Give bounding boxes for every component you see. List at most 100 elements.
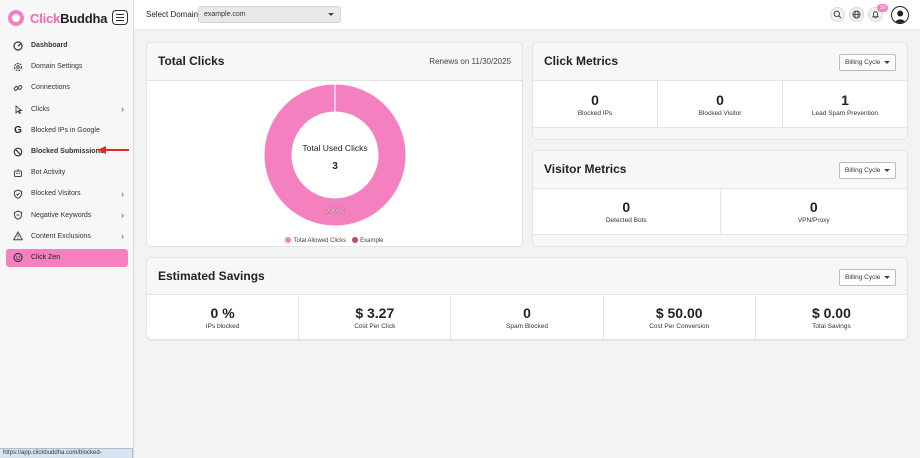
estimated-savings-card: Estimated Savings Billing Cycle 0 % IPs b… [146,257,908,341]
bot-icon [13,168,23,178]
annotation-arrow-icon [97,146,129,154]
gear-icon [13,62,23,72]
billing-cycle-value: Billing Cycle [845,59,881,66]
metric-value: $ 0.00 [811,304,851,321]
billing-cycle-select[interactable]: Billing Cycle [839,269,896,286]
domain-label: Select Domain [146,10,199,19]
sidebar-item-click-zen[interactable]: Click Zen [6,248,128,267]
metric-ips-blocked: 0 % IPs blocked [147,295,300,339]
sidebar-item-label: Blocked Visitors [31,190,81,198]
domain-select[interactable]: example.com [198,6,341,23]
card-title: Click Metrics [544,54,619,68]
sidebar-item-label: Connections [31,84,70,92]
chevron-right-icon: › [121,104,124,115]
legend-label: Total Allowed Clicks [293,238,347,244]
chevron-down-icon [328,13,334,16]
sidebar-item-label: Domain Settings [31,63,83,71]
metric-label: IPs blocked [205,322,240,330]
sidebar-item-content-exclusions[interactable]: Content Exclusions › [0,226,134,247]
chevron-down-icon [884,61,890,64]
sidebar-item-blocked-visitors[interactable]: Blocked Visitors › [0,183,134,204]
card-title: Estimated Savings [158,269,265,283]
globe-icon [852,10,861,19]
donut-center-value: 3 [332,161,338,172]
metric-label: Detected Bots [605,217,647,224]
buddha-logo-icon [8,10,24,26]
metric-cost-per-click: $ 3.27 Cost Per Click [299,295,452,339]
menu-toggle-button[interactable] [112,10,128,25]
sidebar: ClickBuddha Dashboard Domain Settings Co… [0,0,134,458]
sidebar-item-blocked-ips-google[interactable]: G Blocked IPs in Google [0,120,134,141]
sidebar-item-label: Clicks [31,105,50,113]
sidebar-item-dashboard[interactable]: Dashboard [0,35,134,56]
metric-total-savings: $ 0.00 Total Savings [756,295,907,339]
legend-dot [352,237,359,243]
metric-value: 0 [523,304,531,321]
total-clicks-card: Total Clicks Renews on 11/30/2025 Total … [146,42,523,247]
metric-value: 1 [841,91,849,108]
metric-value: $ 50.00 [655,304,703,321]
sidebar-item-domain-settings[interactable]: Domain Settings [0,56,134,77]
metric-cost-per-conversion: $ 50.00 Cost Per Conversion [604,295,756,339]
metric-detected-bots: 0 Detected Bots [533,189,721,234]
savings-row: 0 % IPs blocked $ 3.27 Cost Per Click 0 Spa… [147,294,907,340]
link-icon [13,83,23,93]
legend-item[interactable]: Example [352,237,384,244]
metric-label: Cost Per Conversion [649,322,710,330]
search-icon [833,10,842,19]
chevron-right-icon: › [121,210,124,221]
dashboard-icon [13,40,23,51]
sidebar-item-label: Negative Keywords [31,211,92,219]
sidebar-item-label: Click Zen [31,254,61,262]
renewal-date: Renews on 11/30/2025 [429,57,511,66]
sidebar-item-bot-activity[interactable]: Bot Activity [0,162,134,183]
sidebar-item-connections[interactable]: Connections [0,77,134,98]
legend-item[interactable]: Total Allowed Clicks [285,237,346,244]
google-icon: G [14,124,22,136]
chevron-right-icon: › [121,231,124,242]
user-avatar[interactable] [891,6,909,24]
billing-cycle-value: Billing Cycle [845,274,881,281]
chevron-right-icon: › [121,188,124,199]
metric-blocked-ips: 0 Blocked IPs [533,81,658,127]
shield-minus-icon [13,210,23,220]
metric-label: VPN/Proxy [797,217,830,224]
ban-icon [13,147,23,157]
shield-icon [13,189,23,199]
visitor-metrics-card: Visitor Metrics Billing Cycle 0 Detected … [532,150,908,247]
domain-select-value: example.com [204,11,246,18]
metric-label: Lead Spam Prevention [811,109,879,117]
sidebar-item-label: Dashboard [31,42,68,50]
click-metrics-row: 0 Blocked IPs 0 Blocked Visitor 1 Lead Spam… [533,80,907,128]
status-bar-url: https://app.clickbuddha.com/blocked-subm… [0,448,133,458]
metric-vpn-proxy: 0 VPN/Proxy [721,189,908,234]
language-button[interactable] [849,7,864,22]
metric-lead-spam-prevention: 1 Lead Spam Prevention [783,81,907,127]
logo[interactable]: ClickBuddha [8,9,107,27]
chart-legend: Total Allowed Clicks Example [147,237,522,244]
sidebar-item-label: Content Exclusions [31,232,91,240]
metric-value: 0 [809,199,818,215]
donut-center-label: Total Used Clicks [302,143,367,153]
visitor-metrics-row: 0 Detected Bots 0 VPN/Proxy [533,188,907,235]
click-metrics-card: Click Metrics Billing Cycle 0 Blocked IPs… [532,42,908,140]
sidebar-item-label: Blocked Submissions [31,148,104,156]
metric-value: 0 [716,91,724,108]
warning-icon [13,231,23,241]
sidebar-item-negative-keywords[interactable]: Negative Keywords › [0,205,134,226]
pointer-icon [13,104,23,115]
legend-label: Example [360,238,384,244]
topbar: Select Domain example.com 10 [134,0,920,30]
chevron-down-icon [884,276,890,279]
billing-cycle-select[interactable]: Billing Cycle [839,162,896,179]
buddha-icon [13,253,23,263]
metric-label: Cost Per Click [354,322,396,330]
metric-label: Blocked Visitor [698,109,742,117]
billing-cycle-value: Billing Cycle [845,167,881,174]
notifications-button[interactable]: 10 [868,4,888,22]
sidebar-item-clicks[interactable]: Clicks › [0,99,134,120]
search-button[interactable] [830,7,845,22]
card-title: Visitor Metrics [544,162,627,176]
billing-cycle-select[interactable]: Billing Cycle [839,54,896,71]
notification-count-badge: 10 [877,4,888,12]
